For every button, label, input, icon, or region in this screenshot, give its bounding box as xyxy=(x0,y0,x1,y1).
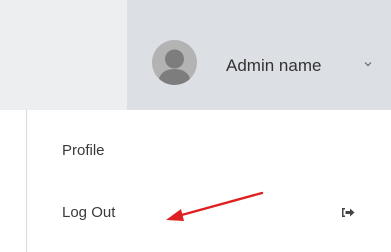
menu-item-profile[interactable]: Profile xyxy=(27,128,391,174)
account-dropdown-menu: Profile Log Out xyxy=(26,110,391,252)
user-silhouette-icon xyxy=(158,49,191,85)
avatar xyxy=(152,40,197,85)
menu-item-label: Profile xyxy=(62,142,105,159)
menu-item-label: Log Out xyxy=(62,204,116,221)
account-dropdown-toggle[interactable]: Admin name xyxy=(127,0,391,110)
admin-header-crop: Admin name Profile Log Out xyxy=(0,0,391,252)
top-navbar: Admin name xyxy=(0,0,391,110)
sign-out-icon xyxy=(342,208,355,217)
chevron-down-icon xyxy=(364,62,372,67)
menu-item-logout[interactable]: Log Out xyxy=(27,190,391,236)
account-name: Admin name xyxy=(226,56,322,75)
